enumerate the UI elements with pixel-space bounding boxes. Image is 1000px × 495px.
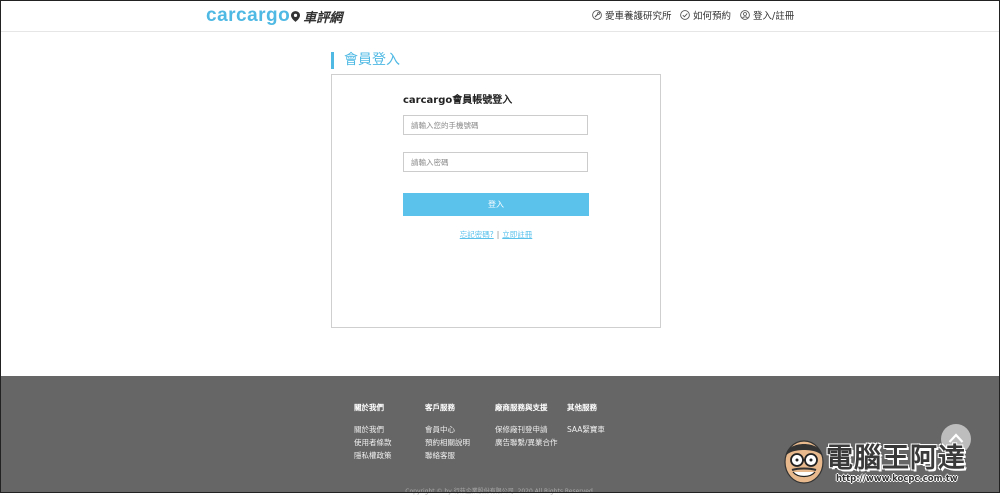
footer-link[interactable]: 使用者條款 <box>354 436 392 449</box>
footer-column-service: 客戶服務 會員中心 預約相關說明 聯絡客服 <box>425 402 470 462</box>
site-logo[interactable]: carcargo 車評網 <box>206 5 342 27</box>
wrench-icon <box>592 10 602 20</box>
nav-label: 愛車養護研究所 <box>605 11 672 22</box>
site-header: carcargo 車評網 愛車養護研究所 如何預約 登入/註冊 <box>0 0 1000 32</box>
watermark-title: 電腦王阿達 <box>826 443 966 474</box>
footer-link[interactable]: 聯絡客服 <box>425 449 470 462</box>
phone-input[interactable] <box>403 115 588 135</box>
footer-link[interactable]: 會員中心 <box>425 423 470 436</box>
footer-column-title: 關於我們 <box>354 403 384 412</box>
footer-column-title: 客戶服務 <box>425 403 455 412</box>
logo-text: carcargo <box>206 5 291 26</box>
footer-column-title: 其他服務 <box>567 403 597 412</box>
register-link[interactable]: 立即註冊 <box>502 230 532 239</box>
footer-column-other: 其他服務 SAA緊寶車 <box>567 402 605 436</box>
nav-link-login-register[interactable]: 登入/註冊 <box>740 8 794 22</box>
check-circle-icon <box>680 10 690 20</box>
footer-link[interactable]: 廣告聯繫/異業合作 <box>495 436 558 449</box>
footer-column-about: 關於我們 關於我們 使用者條款 隱私權政策 <box>354 402 392 462</box>
map-pin-icon <box>291 10 301 22</box>
nav-label: 如何預約 <box>693 11 732 22</box>
watermark-url: http://www.kocpc.com.tw <box>836 474 958 484</box>
footer-link[interactable]: SAA緊寶車 <box>567 423 605 436</box>
footer-link[interactable]: 預約相關說明 <box>425 436 470 449</box>
footer-column-vendor: 廠商服務與支援 保修廠刊登申請 廣告聯繫/異業合作 <box>495 402 558 449</box>
page-title: 會員登入 <box>331 52 400 69</box>
footer-link[interactable]: 隱私權政策 <box>354 449 392 462</box>
nav-label: 登入/註冊 <box>753 11 795 22</box>
footer-link[interactable]: 保修廠刊登申請 <box>495 423 558 436</box>
password-input[interactable] <box>403 152 588 172</box>
login-button[interactable]: 登入 <box>403 193 589 216</box>
link-separator: | <box>496 230 500 239</box>
forgot-password-link[interactable]: 忘記密碼? <box>460 230 494 239</box>
logo-suffix: 車評網 <box>303 10 343 26</box>
login-card: carcargo會員帳號登入 登入 忘記密碼?|立即註冊 <box>331 74 661 328</box>
mascot-logo-icon <box>784 440 824 484</box>
watermark: 電腦王阿達 http://www.kocpc.com.tw <box>780 434 990 490</box>
nav-link-how-to-book[interactable]: 如何預約 <box>680 8 731 22</box>
footer-link[interactable]: 關於我們 <box>354 423 392 436</box>
footer-column-title: 廠商服務與支援 <box>495 403 548 412</box>
login-heading: carcargo會員帳號登入 <box>403 95 513 106</box>
nav-link-maintenance-lab[interactable]: 愛車養護研究所 <box>592 8 672 22</box>
user-icon <box>740 10 750 20</box>
login-links: 忘記密碼? | 立即註冊 <box>332 229 660 240</box>
